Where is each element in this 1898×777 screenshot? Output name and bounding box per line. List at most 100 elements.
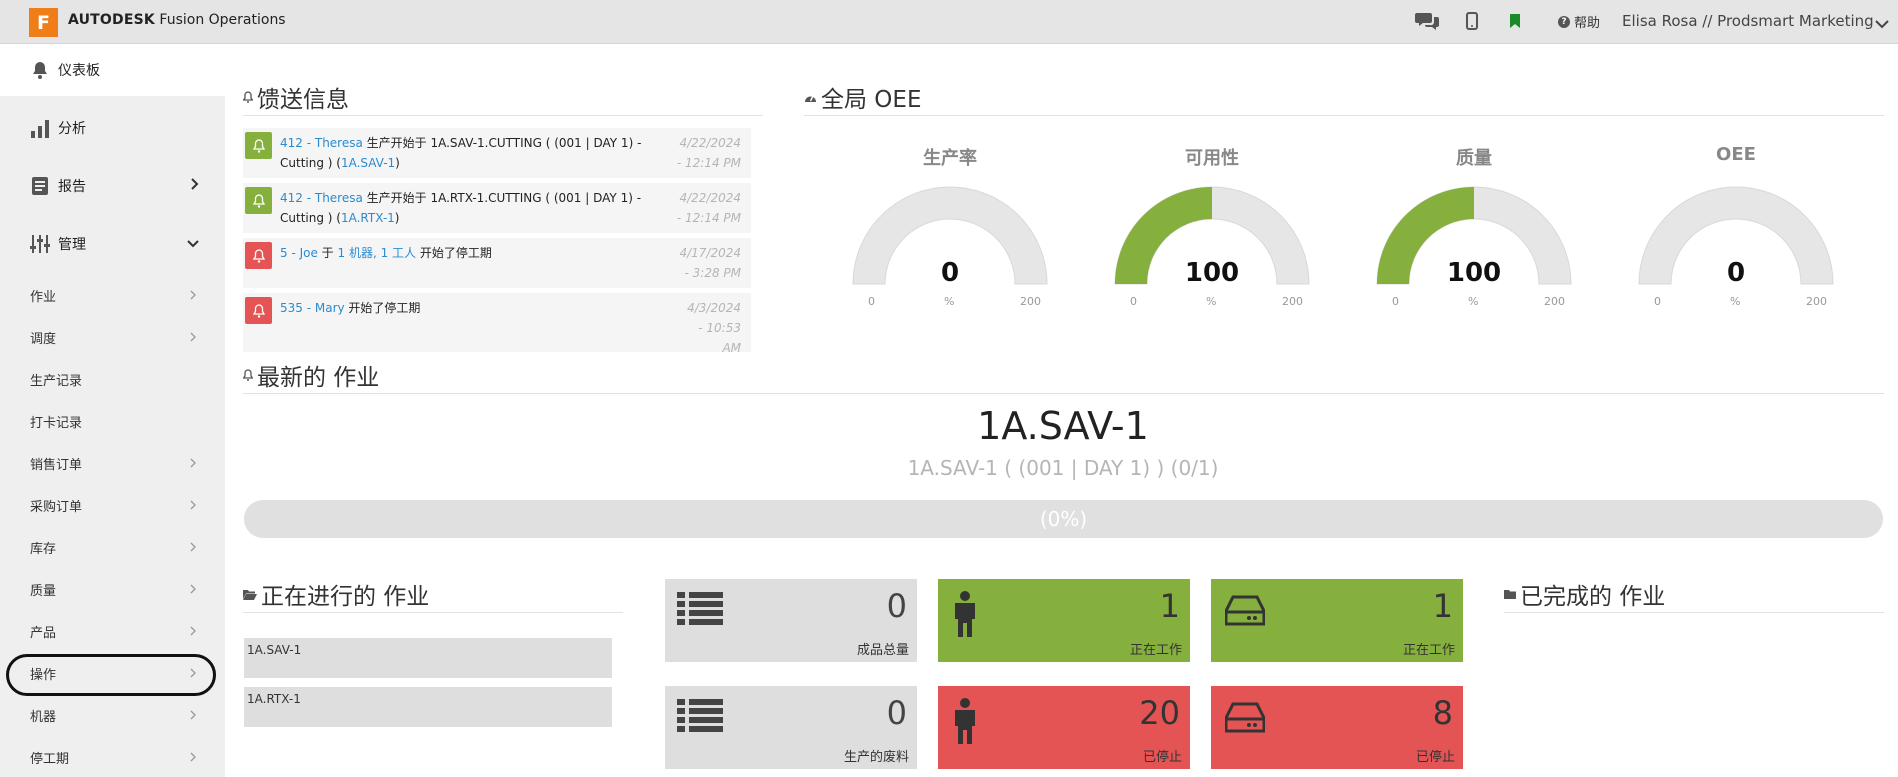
in-progress-title-text: 正在进行的 作业 xyxy=(261,584,430,610)
stat-tile-workers-working[interactable]: 1 正在工作 xyxy=(938,579,1190,662)
fusion-logo[interactable]: F xyxy=(29,8,58,37)
feed-badge xyxy=(245,242,272,269)
sidebar-item-reports[interactable]: 报告 xyxy=(0,174,225,198)
gauge-min: 0 xyxy=(1654,295,1661,308)
gauge-value: 100 xyxy=(1184,258,1240,288)
bell-icon xyxy=(252,303,265,318)
sidebar-item-label: 仪表板 xyxy=(58,63,100,79)
sidebar-sub-products[interactable]: 产品 xyxy=(0,622,225,642)
feed-time: - 12:14 PM xyxy=(676,211,741,225)
feed-tail: ) xyxy=(395,156,400,170)
stat-label: 正在工作 xyxy=(1129,643,1182,658)
sidebar-sub-label: 生产记录 xyxy=(30,374,83,389)
gauge-label: 生产率 xyxy=(923,148,977,169)
chevron-right-icon xyxy=(191,178,199,194)
dashboard-icon xyxy=(804,92,817,103)
gauge-unit: % xyxy=(944,295,955,308)
feed-timestamp: 4/3/2024 - 10:53 AM xyxy=(663,298,741,352)
oee-title-text: 全局 OEE xyxy=(821,87,922,113)
feed-user-link[interactable]: 412 - Theresa xyxy=(280,136,363,150)
divider xyxy=(243,612,623,613)
sidebar-sub-production-records[interactable]: 生产记录 xyxy=(0,370,225,390)
gauge-max: 200 xyxy=(1282,295,1303,308)
sidebar-sub-scheduling[interactable]: 调度 xyxy=(0,328,225,348)
stat-tile-machines-working[interactable]: 1 正在工作 xyxy=(1211,579,1463,662)
sidebar-sub-label: 产品 xyxy=(30,626,57,641)
feed-time-ampm: AM xyxy=(722,341,741,352)
stat-tile-finished-total[interactable]: 0 成品总量 xyxy=(665,579,917,662)
user-menu[interactable]: Elisa Rosa // Prodsmart Marketing xyxy=(1622,12,1874,30)
sidebar-sub-label: 停工期 xyxy=(30,752,70,767)
worker-icon xyxy=(952,698,978,748)
mobile-icon[interactable] xyxy=(1460,9,1484,33)
feed-badge xyxy=(245,187,272,214)
completed-title-text: 已完成的 作业 xyxy=(1520,584,1666,610)
completed-title: 已完成的 作业 xyxy=(1504,577,1665,611)
help-link[interactable]: ? 帮助 xyxy=(1558,12,1600,31)
stat-tile-machines-stopped[interactable]: 8 已停止 xyxy=(1211,686,1463,769)
latest-job-code[interactable]: 1A.SAV-1 xyxy=(243,404,1883,448)
feed-job-link[interactable]: 1A.RTX-1 xyxy=(341,211,395,225)
machine-icon xyxy=(1224,702,1266,738)
gauge-min: 0 xyxy=(1130,295,1137,308)
sidebar-sub-quality[interactable]: 质量 xyxy=(0,580,225,600)
gauge-value: 0 xyxy=(1726,258,1746,288)
feed-text: 5 - Joe 于 1 机器, 1 工人 开始了停工期 xyxy=(280,243,660,263)
sidebar-sub-clock-records[interactable]: 打卡记录 xyxy=(0,412,225,432)
feed-resource-link[interactable]: 1 机器, 1 工人 xyxy=(338,246,417,260)
stat-value: 1 xyxy=(1159,587,1180,625)
sidebar-sub-inventory[interactable]: 库存 xyxy=(0,538,225,558)
chevron-right-icon xyxy=(190,625,196,640)
divider xyxy=(243,393,1884,394)
sidebar-sub-downtime[interactable]: 停工期 xyxy=(0,748,225,768)
stat-value: 0 xyxy=(886,694,907,732)
feed-time: - 12:14 PM xyxy=(676,156,741,170)
stat-value: 20 xyxy=(1139,694,1180,732)
gauge-max: 200 xyxy=(1544,295,1565,308)
latest-job-progress-bar: (0%) xyxy=(244,500,1883,538)
sidebar-sub-machines[interactable]: 机器 xyxy=(0,706,225,726)
chat-icon[interactable] xyxy=(1415,9,1439,33)
bell-icon xyxy=(243,91,253,103)
feed-job-link[interactable]: 1A.SAV-1 xyxy=(341,156,395,170)
bar-chart-icon xyxy=(28,116,52,140)
sliders-icon xyxy=(28,232,52,256)
feed-user-link[interactable]: 535 - Mary xyxy=(280,301,345,315)
bell-icon xyxy=(252,138,265,153)
stat-tile-workers-stopped[interactable]: 20 已停止 xyxy=(938,686,1190,769)
feed-date: 4/17/2024 xyxy=(679,246,741,260)
stat-label: 正在工作 xyxy=(1402,643,1455,658)
sidebar-sub-label: 作业 xyxy=(30,290,57,305)
list-icon xyxy=(677,591,723,631)
chevron-down-icon[interactable] xyxy=(1875,14,1889,33)
stat-tile-scrap[interactable]: 0 生产的废料 xyxy=(665,686,917,769)
sidebar-sub-sales-orders[interactable]: 销售订单 xyxy=(0,454,225,474)
chevron-right-icon xyxy=(190,541,196,556)
sidebar-item-manage[interactable]: 管理 xyxy=(0,232,225,256)
gauge-value: 0 xyxy=(940,258,960,288)
stat-label: 生产的废料 xyxy=(843,750,909,765)
sidebar-item-label: 管理 xyxy=(58,237,86,253)
sidebar-sub-label: 库存 xyxy=(30,542,57,557)
feed-user-link[interactable]: 412 - Theresa xyxy=(280,191,363,205)
top-bar: F AUTODESK Fusion Operations ? 帮助 Elisa … xyxy=(0,0,1898,44)
in-progress-job-item[interactable]: 1A.RTX-1 xyxy=(244,687,612,727)
sidebar-sub-purchase-orders[interactable]: 采购订单 xyxy=(0,496,225,516)
chevron-right-icon xyxy=(190,499,196,514)
worker-icon xyxy=(952,591,978,641)
bookmark-icon[interactable] xyxy=(1503,9,1527,33)
in-progress-job-item[interactable]: 1A.SAV-1 xyxy=(244,638,612,678)
sidebar-item-analysis[interactable]: 分析 xyxy=(0,116,225,140)
feed-timestamp: 4/17/2024 - 3:28 PM xyxy=(663,243,741,283)
latest-job-subtitle: 1A.SAV-1 ( (001 | DAY 1) ) (0/1) xyxy=(907,456,1219,480)
sidebar-item-dashboard[interactable]: 仪表板 xyxy=(0,58,225,82)
gauge-label: OEE xyxy=(1716,144,1756,165)
feed-message: 开始了停工期 xyxy=(344,301,421,315)
sidebar-sub-jobs[interactable]: 作业 xyxy=(0,286,225,306)
feed-text: 412 - Theresa 生产开始于 1A.SAV-1.CUTTING ( (… xyxy=(280,133,660,173)
report-icon xyxy=(28,174,52,198)
chevron-right-icon xyxy=(190,457,196,472)
gauge-value: 100 xyxy=(1446,258,1502,288)
feed-user-link[interactable]: 5 - Joe xyxy=(280,246,318,260)
bell-icon xyxy=(243,369,253,381)
